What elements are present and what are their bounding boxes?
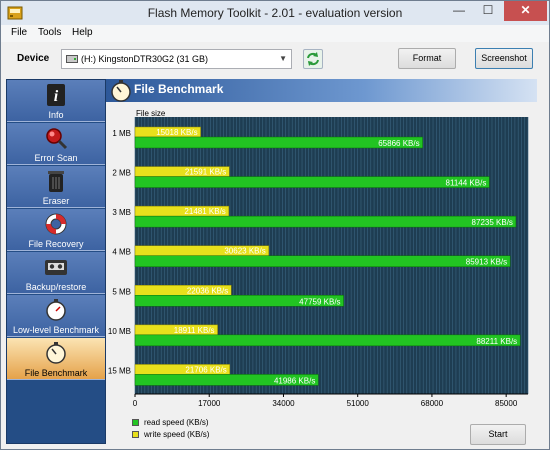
- stopwatch-icon: [111, 80, 131, 102]
- category-label: 1 MB: [112, 129, 131, 138]
- benchmark-chart: 0 17000 34000 51000 68000 85000 1 MB 15018 KB/s…: [108, 117, 529, 408]
- device-select-value: (H:) KingstonDTR30G2 (31 GB): [81, 54, 209, 64]
- sidebar-item-file-recovery[interactable]: File Recovery: [7, 209, 105, 251]
- benchmark-panel: File Benchmark File size 0 17000 34000 5100…: [106, 79, 537, 445]
- legend-item-read: read speed (KB/s): [132, 418, 252, 429]
- start-button[interactable]: Start: [470, 424, 526, 445]
- close-button[interactable]: ✕: [504, 1, 547, 21]
- write-bar-label: 21706 KB/s: [185, 365, 226, 374]
- title-bar: Flash Memory Toolkit - 2.01 - evaluation…: [1, 1, 549, 25]
- app-window: Flash Memory Toolkit - 2.01 - evaluation…: [0, 0, 550, 450]
- x-tick-label: 85000: [495, 399, 518, 408]
- sidebar-item-backup-restore[interactable]: Backup/restore: [7, 252, 105, 294]
- x-tick-label: 0: [133, 399, 138, 408]
- legend-label-read: read speed (KB/s): [144, 418, 209, 427]
- menu-help[interactable]: Help: [72, 27, 93, 38]
- write-bar-label: 21481 KB/s: [184, 207, 225, 216]
- x-tick-label: 68000: [421, 399, 444, 408]
- tape-icon: [45, 260, 67, 275]
- x-tick-label: 17000: [198, 399, 221, 408]
- svg-text:i: i: [54, 88, 59, 105]
- sidebar-item-label: Low-level Benchmark: [12, 325, 100, 335]
- legend-label-write: write speed (KB/s): [144, 430, 210, 439]
- x-tick-label: 51000: [347, 399, 370, 408]
- drive-icon: [66, 55, 78, 63]
- write-bar-label: 22036 KB/s: [187, 286, 228, 295]
- read-bar: [134, 215, 517, 228]
- minimize-button[interactable]: —: [444, 1, 474, 21]
- x-tick-label: 34000: [272, 399, 295, 408]
- panel-header: File Benchmark: [106, 79, 537, 102]
- read-bar-label: 47759 KB/s: [299, 297, 340, 306]
- sidebar-item-error-scan[interactable]: Error Scan: [7, 123, 105, 165]
- stopwatch-icon: [46, 299, 66, 321]
- refresh-button[interactable]: [303, 49, 323, 69]
- legend-swatch-read: [132, 419, 139, 426]
- read-bar-label: 41986 KB/s: [274, 376, 315, 385]
- category-label: 15 MB: [108, 366, 131, 375]
- sidebar-item-label: Info: [48, 110, 64, 120]
- category-label: 5 MB: [112, 287, 131, 296]
- sidebar-item-label: File Benchmark: [24, 368, 88, 378]
- device-label: Device: [17, 53, 50, 64]
- chevron-down-icon: ▼: [279, 54, 287, 63]
- read-bar: [134, 334, 521, 347]
- legend-item-write: write speed (KB/s): [132, 430, 252, 441]
- category-label: 3 MB: [112, 208, 131, 217]
- format-button[interactable]: Format: [398, 48, 456, 69]
- menu-tools[interactable]: Tools: [38, 27, 61, 38]
- write-bar-label: 18911 KB/s: [174, 326, 215, 335]
- trash-icon: [48, 171, 64, 192]
- write-bar-label: 30623 KB/s: [224, 247, 265, 256]
- menu-file[interactable]: File: [11, 27, 27, 38]
- sidebar-item-label: Eraser: [42, 196, 70, 206]
- screenshot-button[interactable]: Screenshot: [475, 48, 533, 69]
- maximize-button[interactable]: ☐: [474, 1, 502, 21]
- read-bar: [134, 176, 490, 188]
- sidebar: i Info Error Scan Eraser File Recovery B…: [6, 79, 106, 444]
- read-bar-label: 81144 KB/s: [446, 179, 487, 188]
- sidebar-item-label: Error Scan: [34, 153, 78, 163]
- sidebar-item-eraser[interactable]: Eraser: [7, 166, 105, 208]
- sidebar-item-file-benchmark[interactable]: File Benchmark: [7, 338, 105, 380]
- device-select[interactable]: (H:) KingstonDTR30G2 (31 GB) ▼: [61, 49, 292, 69]
- sidebar-item-label: Backup/restore: [25, 282, 87, 292]
- read-bar-label: 85913 KB/s: [466, 258, 507, 267]
- sidebar-item-info[interactable]: i Info: [7, 80, 105, 122]
- refresh-icon: [307, 52, 319, 66]
- sidebar-item-low-level-benchmark[interactable]: Low-level Benchmark: [7, 295, 105, 337]
- stopwatch-icon: [46, 342, 66, 364]
- info-icon: i: [47, 84, 65, 106]
- sidebar-item-label: File Recovery: [28, 239, 84, 249]
- read-bar-label: 88211 KB/s: [476, 337, 517, 346]
- category-label: 2 MB: [112, 169, 131, 178]
- read-bar: [134, 255, 511, 267]
- lifebuoy-icon: [45, 213, 67, 235]
- read-bar-label: 87235 KB/s: [472, 218, 513, 227]
- write-bar-label: 21591 KB/s: [185, 168, 226, 177]
- category-label: 4 MB: [112, 248, 131, 257]
- device-bar: Device (H:) KingstonDTR30G2 (31 GB) ▼ Fo…: [1, 42, 549, 76]
- category-label: 10 MB: [108, 327, 131, 336]
- write-bar-label: 15018 KB/s: [156, 128, 197, 137]
- menu-bar: File Tools Help: [1, 25, 549, 42]
- legend-swatch-write: [132, 431, 139, 438]
- panel-title: File Benchmark: [134, 82, 224, 96]
- magnifier-icon: [46, 128, 68, 150]
- read-bar-label: 65866 KB/s: [378, 139, 419, 148]
